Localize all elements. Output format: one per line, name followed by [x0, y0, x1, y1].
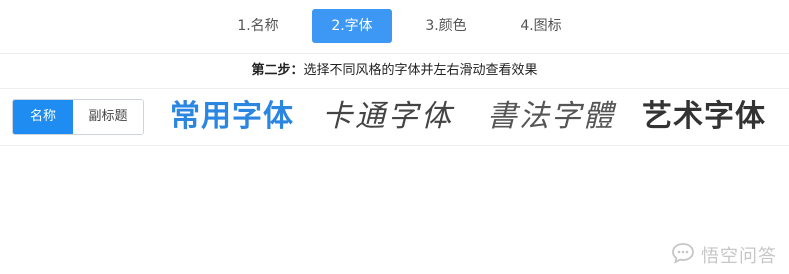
font-style-row: 名称 副标题 常用字体 卡通字体 書法字體 艺术字体 [0, 88, 789, 146]
step-tab-color[interactable]: 3.颜色 [414, 9, 478, 43]
toggle-subtitle-button[interactable]: 副标题 [73, 100, 143, 134]
font-sample-common[interactable]: 常用字体 [170, 93, 294, 141]
instruction-text: 选择不同风格的字体并左右滑动查看效果 [303, 63, 538, 78]
step-tabs: 1.名称 2.字体 3.颜色 4.图标 [0, 0, 789, 54]
step-tab-name[interactable]: 1.名称 [226, 9, 290, 43]
instruction-prefix: 第二步： [251, 63, 304, 78]
text-target-toggle: 名称 副标题 [12, 99, 144, 135]
step-instruction: 第二步：选择不同风格的字体并左右滑动查看效果 [0, 55, 789, 87]
watermark-text: 悟空问答 [701, 246, 777, 267]
font-sample-calligraphy[interactable]: 書法字體 [487, 93, 615, 141]
font-sample-cartoon[interactable]: 卡通字体 [322, 93, 454, 141]
chat-bubble-icon [671, 242, 695, 268]
watermark: 悟空问答 [671, 242, 777, 268]
toggle-name-button[interactable]: 名称 [13, 100, 73, 134]
font-sample-art[interactable]: 艺术字体 [642, 93, 766, 141]
step-tab-icon[interactable]: 4.图标 [509, 9, 573, 43]
font-picker-page: 1.名称 2.字体 3.颜色 4.图标 第二步：选择不同风格的字体并左右滑动查看… [0, 0, 789, 274]
step-tab-font[interactable]: 2.字体 [312, 9, 392, 43]
